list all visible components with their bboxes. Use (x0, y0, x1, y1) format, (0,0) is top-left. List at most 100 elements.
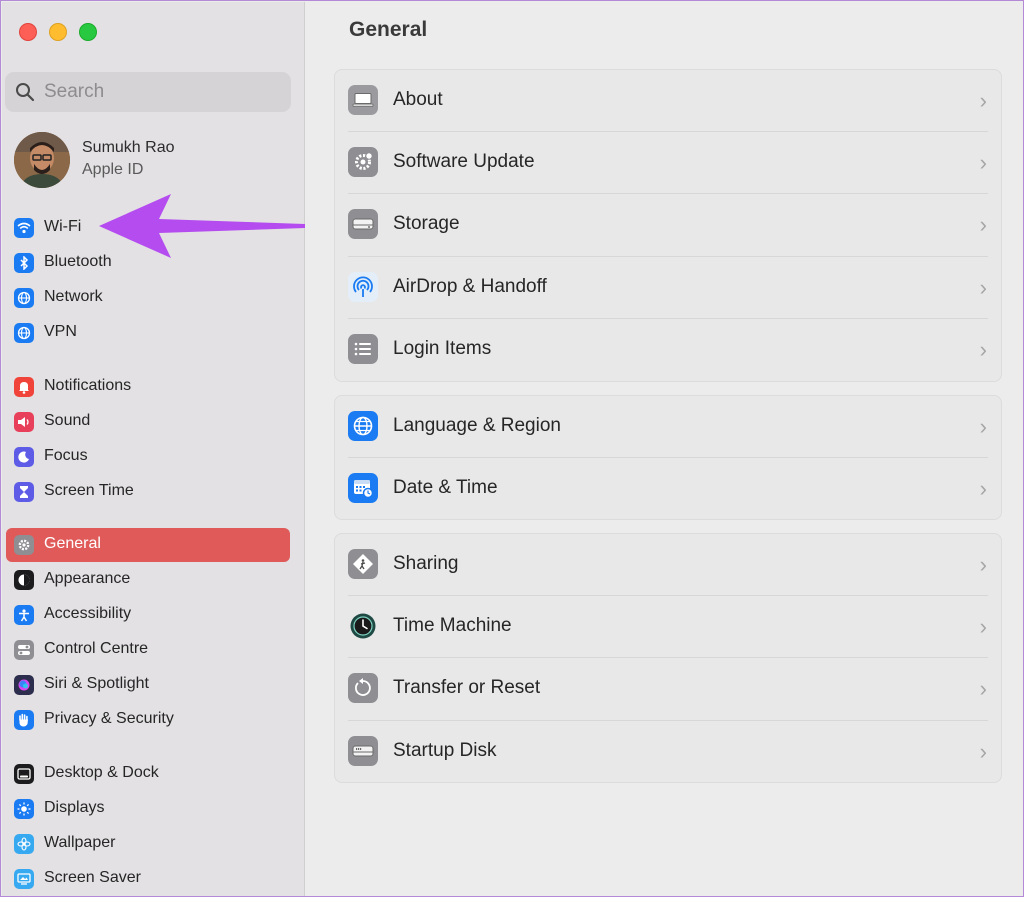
chevron-right-icon: › (979, 88, 987, 113)
settings-group: Sharing › Time Machine › Transfer or Res… (334, 533, 1002, 783)
sidebar-item-vpn[interactable]: VPN (6, 316, 290, 350)
sidebar-item-privacy-security[interactable]: Privacy & Security (6, 703, 290, 737)
row-startup-disk[interactable]: Startup Disk › (335, 721, 1001, 783)
reset-icon (348, 673, 378, 703)
row-software-update[interactable]: Software Update › (335, 132, 1001, 194)
sidebar-item-screen-saver[interactable]: Screen Saver (6, 862, 290, 896)
sidebar-item-label: Desktop & Dock (44, 764, 159, 781)
row-label: Startup Disk (393, 740, 497, 761)
sidebar-item-accessibility[interactable]: Accessibility (6, 598, 290, 632)
apple-id-profile[interactable]: Sumukh Rao Apple ID (14, 132, 294, 188)
page-title: General (349, 18, 428, 41)
list-icon (348, 334, 378, 364)
row-time-machine[interactable]: Time Machine › (335, 596, 1001, 658)
sidebar-item-label: VPN (44, 323, 77, 340)
sidebar-item-label: Siri & Spotlight (44, 675, 149, 692)
row-label: AirDrop & Handoff (393, 276, 547, 297)
search-placeholder: Search (44, 81, 105, 102)
settings-group: Language & Region › Date & Time › (334, 395, 1002, 520)
drive-icon (348, 209, 378, 239)
chevron-right-icon: › (979, 150, 987, 175)
sidebar-item-label: Displays (44, 799, 105, 816)
sidebar-item-label: Focus (44, 447, 88, 464)
sidebar-item-label: Wallpaper (44, 834, 116, 851)
sharing-icon (348, 549, 378, 579)
row-label: Storage (393, 213, 460, 234)
minimize-window-button[interactable] (49, 23, 67, 41)
dock-icon (14, 764, 34, 784)
hand-icon (14, 710, 34, 730)
sidebar-item-label: Accessibility (44, 605, 132, 622)
row-airdrop-handoff[interactable]: AirDrop & Handoff › (335, 257, 1001, 319)
row-storage[interactable]: Storage › (335, 194, 1001, 256)
chevron-right-icon: › (979, 414, 987, 439)
moon-icon (14, 447, 34, 467)
sidebar-item-appearance[interactable]: Appearance (6, 563, 290, 597)
chevron-right-icon: › (979, 212, 987, 237)
chevron-right-icon: › (979, 337, 987, 362)
row-date-time[interactable]: Date & Time › (335, 458, 1001, 520)
row-sharing[interactable]: Sharing › (335, 534, 1001, 596)
siri-icon (14, 675, 34, 695)
sun-icon (14, 799, 34, 819)
sidebar-item-sound[interactable]: Sound (6, 405, 290, 439)
maximize-window-button[interactable] (79, 23, 97, 41)
sidebar-item-notifications[interactable]: Notifications (6, 370, 290, 404)
calendar-clock-icon (348, 473, 378, 503)
row-language-region[interactable]: Language & Region › (335, 396, 1001, 458)
sidebar-item-general[interactable]: General (6, 528, 290, 562)
row-transfer-reset[interactable]: Transfer or Reset › (335, 658, 1001, 720)
bluetooth-icon (14, 253, 34, 273)
sidebar-item-displays[interactable]: Displays (6, 792, 290, 826)
time-machine-icon (348, 611, 378, 641)
accessibility-icon (14, 605, 34, 625)
screensaver-icon (14, 869, 34, 889)
row-label: Software Update (393, 151, 535, 172)
sidebar-item-label: Appearance (44, 570, 131, 587)
sidebar-item-label: Control Centre (44, 640, 149, 657)
search-field[interactable]: Search (5, 72, 291, 112)
chevron-right-icon: › (979, 676, 987, 701)
profile-subtitle: Apple ID (82, 161, 144, 178)
chevron-right-icon: › (979, 275, 987, 300)
appearance-icon (14, 570, 34, 590)
row-about[interactable]: About › (335, 70, 1001, 132)
row-label: Language & Region (393, 415, 561, 436)
hourglass-icon (14, 482, 34, 502)
sidebar-item-focus[interactable]: Focus (6, 440, 290, 474)
row-label: Login Items (393, 338, 492, 359)
sidebar-item-screen-time[interactable]: Screen Time (6, 475, 290, 509)
sidebar-item-network[interactable]: Network (6, 281, 290, 315)
sidebar-item-siri-spotlight[interactable]: Siri & Spotlight (6, 668, 290, 702)
settings-group: About › Software Update › Storage › AirD… (334, 69, 1002, 382)
sidebar-item-label: Privacy & Security (44, 710, 174, 727)
close-window-button[interactable] (19, 23, 37, 41)
sidebar-item-label: Screen Time (44, 482, 134, 499)
sidebar-item-label: Notifications (44, 377, 132, 394)
main-content: General About › Software Update › Storag… (305, 1, 1023, 896)
chevron-right-icon: › (979, 476, 987, 501)
chevron-right-icon: › (979, 739, 987, 764)
row-label: Transfer or Reset (393, 677, 541, 698)
laptop-icon (348, 85, 378, 115)
airdrop-icon (348, 272, 378, 302)
row-login-items[interactable]: Login Items › (335, 319, 1001, 381)
search-icon (16, 83, 35, 102)
vpn-globe-icon (14, 323, 34, 343)
row-label: Sharing (393, 553, 459, 574)
sidebar-item-label: Network (44, 288, 103, 305)
wifi-icon (14, 218, 34, 238)
sidebar-item-desktop-dock[interactable]: Desktop & Dock (6, 757, 290, 791)
gear-icon (14, 535, 34, 555)
speaker-icon (14, 412, 34, 432)
sidebar-item-control-centre[interactable]: Control Centre (6, 633, 290, 667)
sidebar-item-label: Wi-Fi (44, 218, 82, 235)
settings-window: Search Sumukh Rao Apple ID Wi-Fi Bluetoo… (0, 0, 1024, 897)
sidebar-item-label: General (44, 535, 101, 552)
sidebar-item-label: Sound (44, 412, 91, 429)
sidebar-item-wallpaper[interactable]: Wallpaper (6, 827, 290, 861)
chevron-right-icon: › (979, 614, 987, 639)
profile-name: Sumukh Rao (82, 139, 175, 156)
sidebar-item-label: Screen Saver (44, 869, 141, 886)
flower-icon (14, 834, 34, 854)
